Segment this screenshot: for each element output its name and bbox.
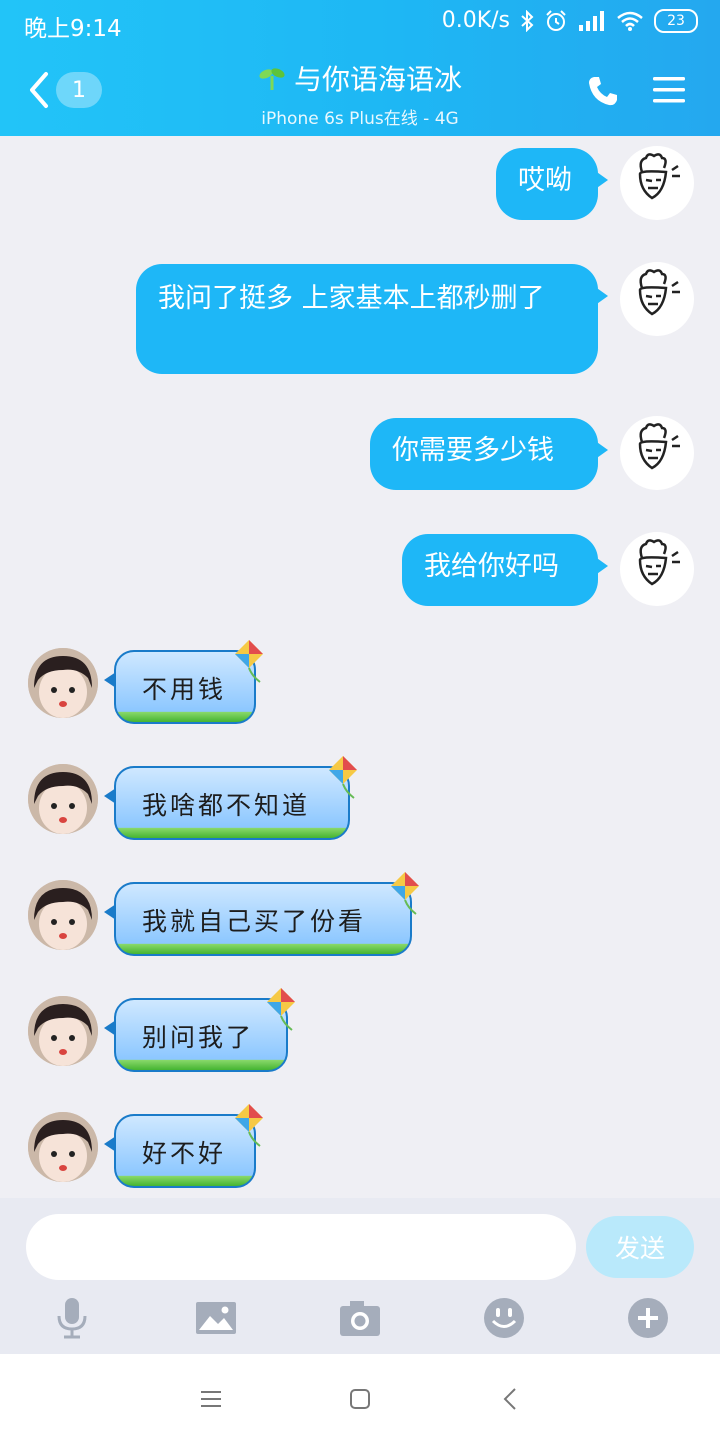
my-avatar[interactable] xyxy=(620,532,694,606)
carrot-face-icon xyxy=(638,153,680,200)
message-bubble[interactable]: 别问我了 xyxy=(104,998,288,1072)
back-icon[interactable] xyxy=(26,70,54,110)
contact-name: 与你语海语冰 xyxy=(293,63,462,96)
send-button[interactable]: 发送 xyxy=(586,1216,694,1278)
message-text: 我啥都不知道 xyxy=(142,791,311,820)
kite-icon xyxy=(329,756,357,799)
message-bubble[interactable]: 你需要多少钱 xyxy=(370,418,608,490)
kite-icon xyxy=(235,640,263,683)
message-bubble[interactable]: 我就自己买了份看 xyxy=(104,882,412,956)
carrot-face-icon xyxy=(638,269,680,316)
unread-count-badge[interactable]: 1 xyxy=(56,72,102,108)
signal-icon xyxy=(579,10,604,31)
home-icon[interactable] xyxy=(345,1384,375,1414)
input-area: 发送 xyxy=(0,1198,720,1354)
message-bubble[interactable]: 我给你好吗 xyxy=(402,534,608,606)
contact-info[interactable]: 与你语海语冰 iPhone 6s Plus在线 - 4G xyxy=(200,58,520,129)
message-bubble[interactable]: 哎呦 xyxy=(496,148,608,220)
message-text: 好不好 xyxy=(142,1139,227,1168)
emoji-icon[interactable] xyxy=(482,1296,526,1340)
kite-icon xyxy=(391,872,419,915)
my-avatar[interactable] xyxy=(620,262,694,336)
status-icons: 0.0K/s 23 xyxy=(442,8,698,33)
sprout-icon xyxy=(259,68,285,90)
camera-icon[interactable] xyxy=(338,1296,382,1340)
bubble-tail xyxy=(104,788,116,804)
battery-icon: 23 xyxy=(654,8,698,33)
kite-icon xyxy=(235,1104,263,1147)
status-bar: 晚上9:14 0.0K/s 23 xyxy=(0,0,720,46)
system-nav-bar xyxy=(0,1354,720,1440)
chat-header: 晚上9:14 0.0K/s 23 1 与你语海语冰 iPhone 6s Plus… xyxy=(0,0,720,136)
alarm-icon xyxy=(546,9,566,31)
carrot-face-icon xyxy=(638,423,680,470)
image-icon[interactable] xyxy=(194,1296,238,1340)
network-speed: 0.0K/s xyxy=(441,8,510,33)
girl-face-icon xyxy=(28,1112,98,1182)
contact-avatar[interactable] xyxy=(28,648,98,718)
message-bubble[interactable]: 我问了挺多 上家基本上都秒删了 xyxy=(136,264,608,374)
phone-icon[interactable] xyxy=(586,74,620,108)
wifi-icon xyxy=(617,11,643,31)
my-avatar[interactable] xyxy=(620,416,694,490)
bubble-tail xyxy=(104,1136,116,1152)
contact-avatar[interactable] xyxy=(28,996,98,1066)
girl-face-icon xyxy=(28,996,98,1066)
girl-face-icon xyxy=(28,880,98,950)
carrot-face-icon xyxy=(638,539,680,586)
plus-icon[interactable] xyxy=(626,1296,670,1340)
contact-avatar[interactable] xyxy=(28,764,98,834)
message-text: 别问我了 xyxy=(142,1023,255,1052)
bubble-tail xyxy=(104,672,116,688)
message-input[interactable] xyxy=(26,1214,576,1280)
system-back-icon[interactable] xyxy=(496,1384,526,1414)
recent-apps-icon[interactable] xyxy=(196,1384,226,1414)
message-bubble[interactable]: 我啥都不知道 xyxy=(104,766,350,840)
girl-face-icon xyxy=(28,764,98,834)
message-text: 不用钱 xyxy=(142,675,227,704)
contact-avatar[interactable] xyxy=(28,1112,98,1182)
kite-icon xyxy=(267,988,295,1031)
bluetooth-icon xyxy=(521,9,534,32)
bubble-tail xyxy=(104,904,116,920)
my-avatar[interactable] xyxy=(620,146,694,220)
nav-bar: 1 与你语海语冰 iPhone 6s Plus在线 - 4G xyxy=(0,46,720,136)
contact-status: iPhone 6s Plus在线 - 4G xyxy=(261,109,459,129)
menu-icon[interactable] xyxy=(652,74,686,106)
message-text: 我就自己买了份看 xyxy=(142,907,367,936)
girl-face-icon xyxy=(28,648,98,718)
bubble-tail xyxy=(104,1020,116,1036)
contact-avatar[interactable] xyxy=(28,880,98,950)
status-time: 晚上9:14 xyxy=(24,16,122,42)
microphone-icon[interactable] xyxy=(50,1296,94,1340)
